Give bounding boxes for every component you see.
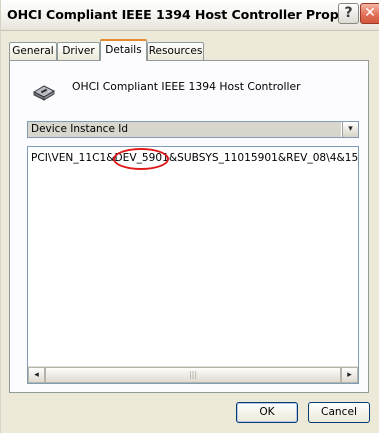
- properties-dialog: OHCI Compliant IEEE 1394 Host Controller…: [0, 0, 379, 433]
- ok-button[interactable]: OK: [236, 402, 298, 423]
- tab-general[interactable]: General: [9, 42, 57, 60]
- device-name: OHCI Compliant IEEE 1394 Host Controller: [72, 80, 301, 93]
- property-dropdown-value: Device Instance Id: [28, 122, 341, 137]
- cancel-button[interactable]: Cancel: [308, 402, 370, 423]
- scroll-left-button[interactable]: ◂: [28, 367, 45, 383]
- window-title: OHCI Compliant IEEE 1394 Host Controller…: [7, 7, 379, 22]
- scroll-thumb[interactable]: |||: [45, 367, 341, 383]
- help-button[interactable]: ?: [338, 3, 359, 24]
- horizontal-scrollbar[interactable]: ◂ ||| ▸: [28, 366, 358, 383]
- chevron-down-icon[interactable]: ▾: [342, 122, 358, 137]
- title-bar[interactable]: OHCI Compliant IEEE 1394 Host Controller…: [1, 0, 379, 31]
- pci-card-icon: [32, 85, 56, 101]
- close-button[interactable]: ✕: [360, 3, 379, 24]
- tab-driver[interactable]: Driver: [57, 42, 100, 60]
- tab-details[interactable]: Details: [100, 39, 147, 61]
- scroll-right-button[interactable]: ▸: [341, 367, 358, 383]
- value-listbox[interactable]: PCI\VEN_11C1&DEV_5901&SUBSYS_11015901&RE…: [27, 146, 359, 384]
- tab-resources[interactable]: Resources: [147, 42, 204, 60]
- details-panel: OHCI Compliant IEEE 1394 Host Controller…: [9, 60, 369, 393]
- property-dropdown[interactable]: Device Instance Id ▾: [27, 121, 359, 138]
- list-item[interactable]: PCI\VEN_11C1&DEV_5901&SUBSYS_11015901&RE…: [31, 152, 358, 164]
- highlight-circle-annotation: [113, 148, 169, 170]
